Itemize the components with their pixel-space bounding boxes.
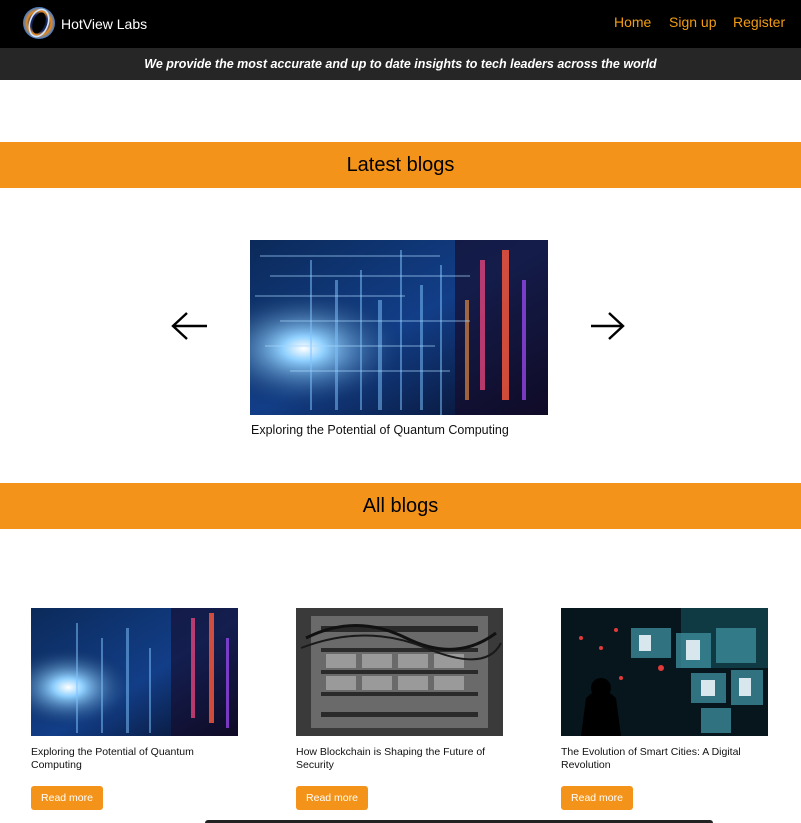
arrow-right-icon[interactable]: [589, 310, 627, 342]
nav-home-link[interactable]: Home: [614, 13, 651, 31]
nav-register-link[interactable]: Register: [733, 13, 785, 31]
latest-blogs-heading: Latest blogs: [0, 142, 801, 188]
navbar: HotView Labs Home Sign up Register: [0, 0, 801, 48]
blog-card-image[interactable]: [31, 608, 238, 736]
read-more-button[interactable]: Read more: [31, 786, 103, 810]
blog-card-image[interactable]: [561, 608, 768, 736]
read-more-button[interactable]: Read more: [561, 786, 633, 810]
blog-card-title[interactable]: Exploring the Potential of Quantum Compu…: [31, 746, 241, 772]
blog-card-image[interactable]: [296, 608, 503, 736]
blog-card-title[interactable]: The Evolution of Smart Cities: A Digital…: [561, 746, 771, 772]
arrow-left-icon[interactable]: [171, 310, 209, 342]
brand-logo-icon[interactable]: [21, 4, 57, 40]
read-more-button[interactable]: Read more: [296, 786, 368, 810]
tagline-banner: We provide the most accurate and up to d…: [0, 48, 801, 80]
nav-signup-link[interactable]: Sign up: [669, 13, 716, 31]
all-blogs-heading: All blogs: [0, 483, 801, 529]
blog-card-title[interactable]: How Blockchain is Shaping the Future of …: [296, 746, 506, 772]
brand-name[interactable]: HotView Labs: [61, 15, 147, 33]
featured-blog-title[interactable]: Exploring the Potential of Quantum Compu…: [251, 423, 509, 437]
featured-blog-image[interactable]: [250, 240, 548, 415]
